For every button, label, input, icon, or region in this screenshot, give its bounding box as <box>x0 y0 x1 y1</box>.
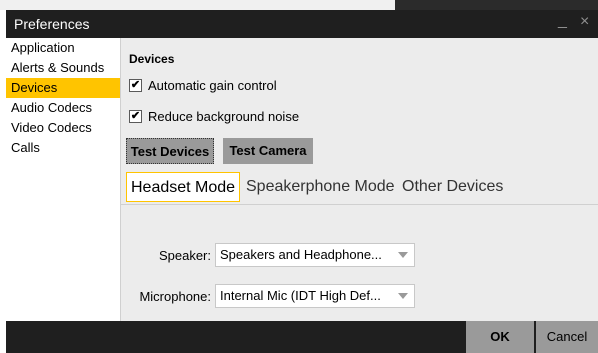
ok-button[interactable]: OK <box>466 321 534 353</box>
tab-divider <box>121 204 598 205</box>
chevron-down-icon <box>398 293 408 299</box>
preferences-sidebar: Application Alerts & Sounds Devices Audi… <box>6 38 121 321</box>
reduce-background-noise-checkbox[interactable]: ✔ <box>129 109 142 123</box>
speaker-select[interactable]: Speakers and Headphone... <box>215 243 415 267</box>
title-bar[interactable]: Preferences _ × <box>6 10 598 38</box>
background-window-edge <box>395 0 598 10</box>
microphone-select-value: Internal Mic (IDT High Def... <box>220 288 381 303</box>
speaker-select-value: Speakers and Headphone... <box>220 247 382 262</box>
microphone-select[interactable]: Internal Mic (IDT High Def... <box>215 284 415 308</box>
close-icon[interactable]: × <box>580 13 589 31</box>
sidebar-item-application[interactable]: Application <box>6 38 120 58</box>
speaker-label: Speaker: <box>158 248 211 263</box>
sidebar-item-devices[interactable]: Devices <box>6 78 120 98</box>
chevron-down-icon <box>398 252 408 258</box>
cancel-button[interactable]: Cancel <box>536 321 598 353</box>
tab-headset-mode[interactable]: Headset Mode <box>126 172 241 202</box>
minimize-icon[interactable]: _ <box>558 12 567 30</box>
automatic-gain-control-checkbox[interactable]: ✔ <box>129 78 142 92</box>
automatic-gain-control-label: Automatic gain control <box>148 77 277 93</box>
test-devices-button[interactable]: Test Devices <box>126 138 214 164</box>
sidebar-item-alerts-sounds[interactable]: Alerts & Sounds <box>6 58 120 78</box>
automatic-gain-control-option[interactable]: ✔ Automatic gain control <box>129 76 277 94</box>
reduce-background-noise-label: Reduce background noise <box>148 108 300 124</box>
section-title: Devices <box>129 52 175 66</box>
sidebar-item-calls[interactable]: Calls <box>6 138 120 158</box>
preferences-window: Preferences _ × Application Alerts & Sou… <box>6 10 598 353</box>
check-icon: ✔ <box>130 78 141 91</box>
background-desktop <box>0 0 598 10</box>
window-title: Preferences <box>14 16 90 32</box>
sidebar-item-audio-codecs[interactable]: Audio Codecs <box>6 98 120 118</box>
tab-speakerphone-mode[interactable]: Speakerphone Mode <box>242 172 399 202</box>
dialog-footer: OK Cancel <box>6 321 598 353</box>
tab-other-devices[interactable]: Other Devices <box>398 172 507 202</box>
microphone-label: Microphone: <box>139 289 211 304</box>
device-mode-tabs: Headset Mode Speakerphone Mode Other Dev… <box>126 172 598 202</box>
test-camera-button[interactable]: Test Camera <box>223 138 313 164</box>
reduce-background-noise-option[interactable]: ✔ Reduce background noise <box>129 107 299 125</box>
devices-panel: Devices ✔ Automatic gain control ✔ Reduc… <box>121 38 598 321</box>
sidebar-item-video-codecs[interactable]: Video Codecs <box>6 118 120 138</box>
check-icon: ✔ <box>130 109 141 122</box>
